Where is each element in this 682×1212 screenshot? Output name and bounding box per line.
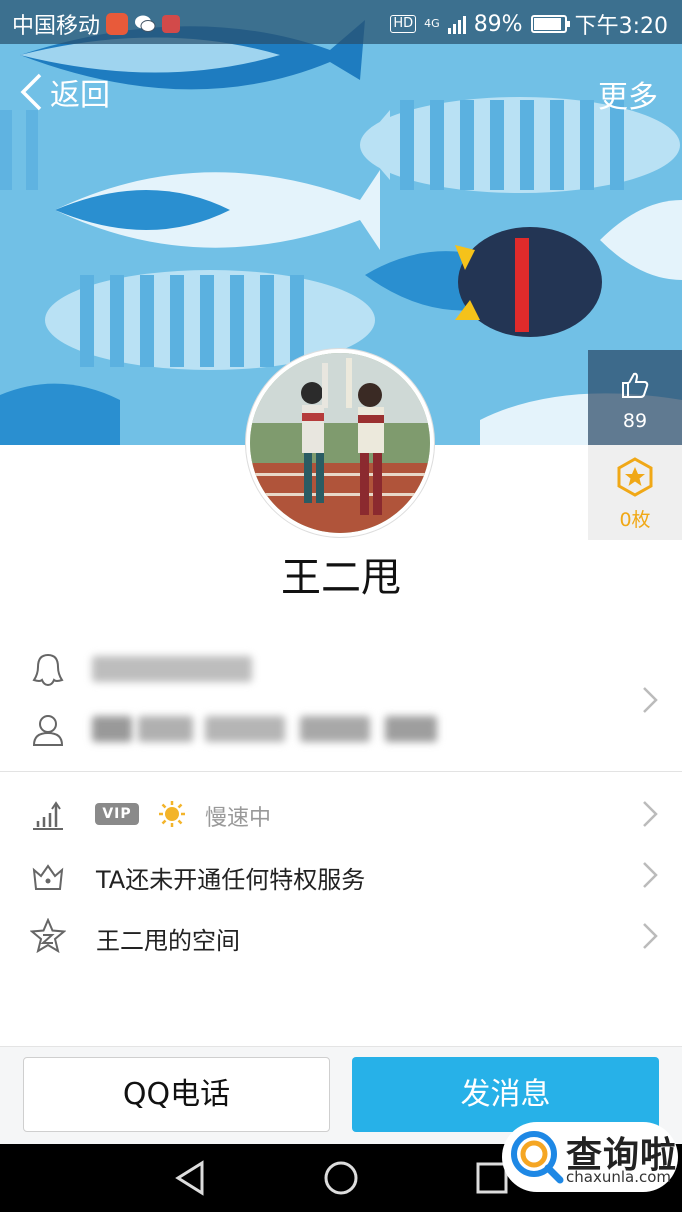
more-button[interactable]: 更多 <box>598 72 658 116</box>
star-badge-icon <box>617 457 653 497</box>
nav-back-icon[interactable] <box>170 1158 210 1198</box>
thumbs-up-icon <box>622 372 649 398</box>
section-divider <box>0 771 682 772</box>
clock: 下午3:20 <box>574 14 668 39</box>
gender-redacted <box>92 716 132 742</box>
chevron-left-icon <box>20 73 42 111</box>
back-button[interactable]: 返回 <box>18 70 110 114</box>
magnifier-logo-icon <box>511 1131 564 1184</box>
chevron-right-icon <box>643 862 658 888</box>
birthday-redacted <box>205 716 285 742</box>
privilege-text: TA还未开通任何特权服务 <box>96 866 366 894</box>
profile-name: 王二甩 <box>281 555 401 601</box>
news-app-icon <box>162 15 181 33</box>
battery-icon <box>530 15 570 33</box>
battery-percent: 89% <box>473 11 523 37</box>
crown-icon <box>32 864 64 890</box>
likes-count: 89 <box>622 410 648 432</box>
chevron-right-icon <box>643 923 658 949</box>
carrier-label: 中国移动 <box>12 14 101 39</box>
qq-call-button[interactable]: QQ电话 <box>23 1057 330 1132</box>
level-status: 慢速中 <box>205 806 272 831</box>
qq-number-redacted <box>92 656 252 682</box>
badges-count: 0枚 <box>619 509 651 531</box>
like-button[interactable]: 89 <box>588 350 682 445</box>
age-redacted <box>138 716 193 742</box>
level-chart-icon <box>33 801 63 830</box>
signal-icon <box>447 14 466 34</box>
video-app-icon <box>106 13 129 35</box>
qzone-text: 王二甩的空间 <box>96 927 240 955</box>
status-bar: 中国移动 HD 4G 89% 下午3:20 <box>0 0 682 44</box>
send-message-button[interactable]: 发消息 <box>352 1057 659 1132</box>
user-icon <box>32 715 64 746</box>
badge-button[interactable]: 0枚 <box>588 445 682 540</box>
sun-level-icon <box>159 801 185 827</box>
qq-penguin-icon <box>32 653 64 687</box>
chevron-right-icon <box>643 801 658 827</box>
location-redacted <box>300 716 370 742</box>
network-label: 4G <box>424 17 440 30</box>
chevron-right-icon <box>643 687 658 713</box>
wechat-icon <box>134 13 156 35</box>
hd-badge: HD <box>390 15 417 33</box>
vip-badge: VIP <box>95 803 139 825</box>
avatar-photo <box>250 353 430 533</box>
hometown-redacted <box>385 716 437 742</box>
qzone-star-icon <box>30 918 66 954</box>
back-label: 返回 <box>50 78 110 113</box>
watermark-domain: chaxunla.com <box>566 1168 671 1186</box>
watermark-logo: 查询啦 chaxunla.com <box>502 1122 678 1192</box>
nav-home-icon[interactable] <box>321 1158 361 1198</box>
avatar[interactable] <box>246 349 434 537</box>
